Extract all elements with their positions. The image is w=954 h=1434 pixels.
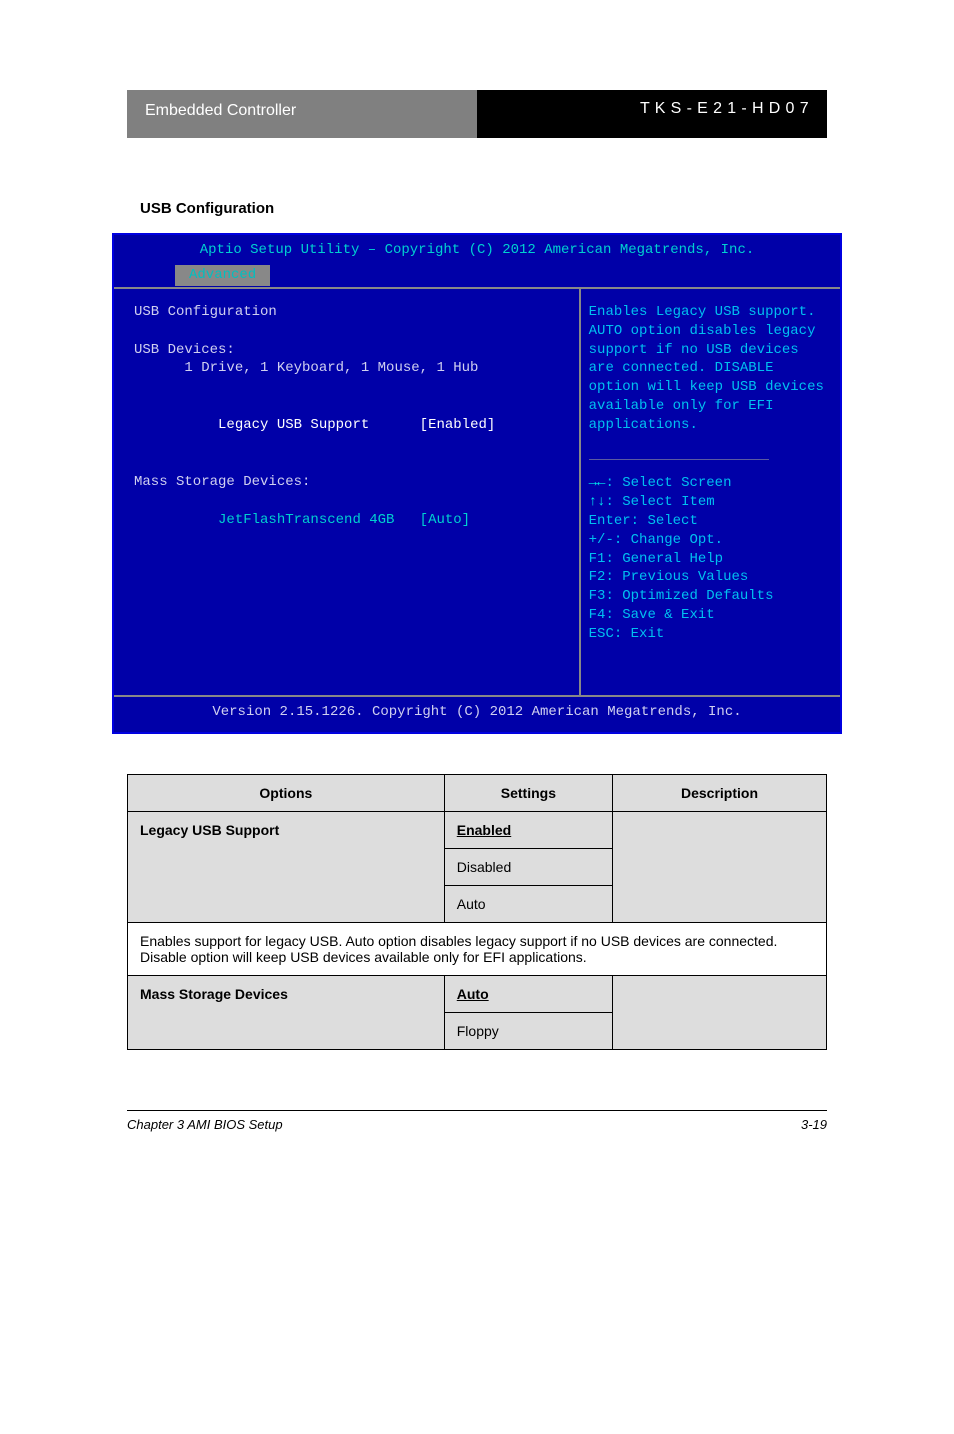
table-row: Legacy USB Support Enabled [128,811,827,848]
table-header-row: Options Settings Description [128,774,827,811]
val-auto: Auto [444,885,612,922]
arrows-ud-icon: ↑↓ [589,494,606,510]
bios-footer: Version 2.15.1226. Copyright (C) 2012 Am… [114,697,840,732]
key-esc: ESC: Exit [589,625,830,644]
bios-mass-value[interactable]: [Auto] [420,512,470,528]
bios-tabbar: Advanced [174,264,840,287]
bios-legacy-value[interactable]: [Enabled] [420,417,496,433]
opt-mass-storage: Mass Storage Devices [128,975,445,1049]
col-options: Options [128,774,445,811]
key-f2: F2: Previous Values [589,568,830,587]
key-f4: F4: Save & Exit [589,606,830,625]
key-f3: F3: Optimized Defaults [589,587,830,606]
bios-devices-line: 1 Drive, 1 Keyboard, 1 Mouse, 1 Hub [134,359,569,378]
table-row: Enables support for legacy USB. Auto opt… [128,922,827,975]
section-label-usb: USB Configuration [140,200,934,217]
bios-devices-label: USB Devices: [134,341,569,360]
key-screen: : Select Screen [605,475,731,491]
options-table: Options Settings Description Legacy USB … [127,774,827,1050]
key-item: : Select Item [605,494,714,510]
footer-chapter: Chapter 3 AMI BIOS Setup [127,1117,801,1132]
bios-left-panel: USB Configuration USB Devices: 1 Drive, … [114,289,579,695]
col-description: Description [613,774,827,811]
key-f1: F1: General Help [589,550,830,569]
footer-page: 3-19 [801,1117,827,1132]
col-settings: Settings [444,774,612,811]
bios-mass-device[interactable]: JetFlashTranscend 4GB [218,512,394,528]
bios-title: Aptio Setup Utility – Copyright (C) 2012… [114,235,840,260]
bios-screenshot: Aptio Setup Utility – Copyright (C) 2012… [112,233,842,734]
opt-legacy-longdesc: Enables support for legacy USB. Auto opt… [128,922,827,975]
table-row: Mass Storage Devices Auto [128,975,827,1012]
opt-legacy-usb: Legacy USB Support [128,811,445,922]
val-enabled: Enabled [457,822,511,838]
header-right: T K S - E 2 1 - H D 0 7 [477,90,827,140]
arrows-lr-icon: →← [589,475,606,491]
bios-legacy-label[interactable]: Legacy USB Support [218,417,369,433]
opt-mass-desc [613,975,827,1049]
bios-mass-label: Mass Storage Devices: [134,473,569,492]
val-disabled: Disabled [444,848,612,885]
opt-legacy-desc [613,811,827,922]
doc-header: Embedded Controller T K S - E 2 1 - H D … [127,90,827,140]
key-enter: Enter: Select [589,512,830,531]
bios-heading: USB Configuration [134,303,569,322]
bios-right-panel: Enables Legacy USB support. AUTO option … [579,289,840,695]
bios-help-text: Enables Legacy USB support. AUTO option … [589,303,830,435]
header-left: Embedded Controller [127,90,477,140]
bios-divider [589,459,769,460]
val-mass-auto: Auto [457,986,489,1002]
key-change: +/-: Change Opt. [589,531,830,550]
page-footer: Chapter 3 AMI BIOS Setup 3-19 [127,1110,827,1132]
bios-tab-advanced[interactable]: Advanced [174,264,271,287]
val-mass-floppy: Floppy [444,1012,612,1049]
